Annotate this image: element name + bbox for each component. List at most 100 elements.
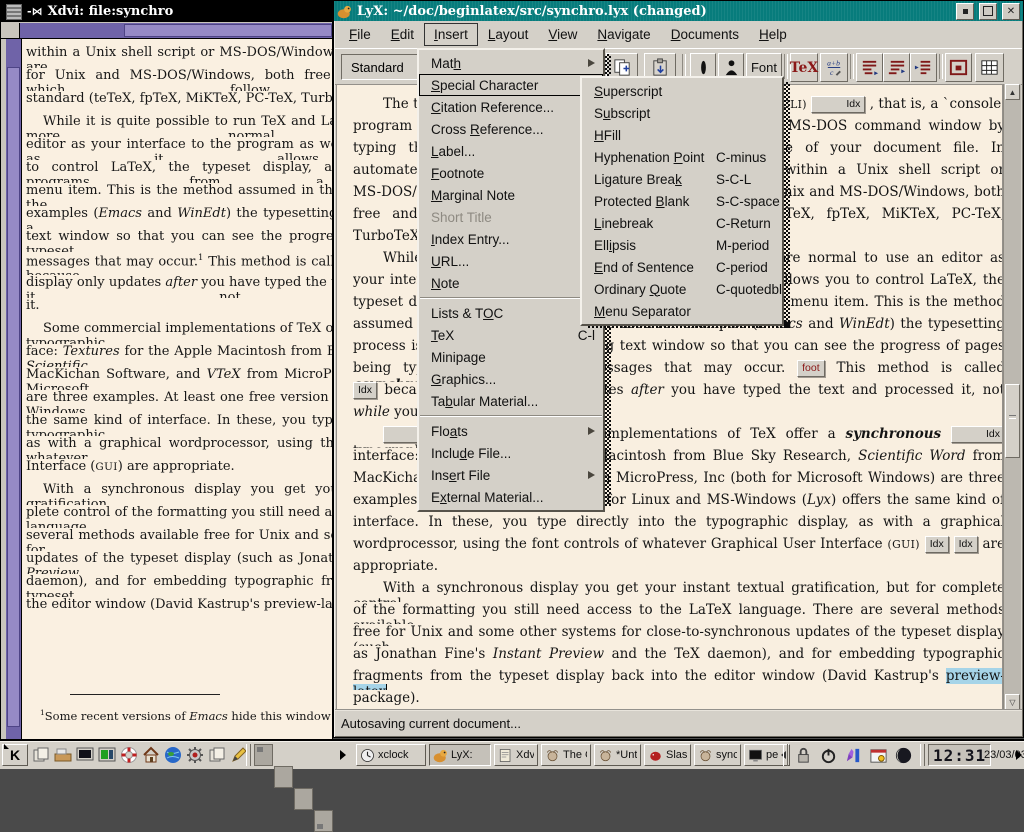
pager-desktop-4[interactable]: [314, 810, 333, 832]
system-guard-icon[interactable]: [96, 744, 118, 766]
window-list-icon[interactable]: [30, 744, 52, 766]
lock-screen-icon[interactable]: [792, 744, 814, 766]
menu-item-end-of-sentence[interactable]: End of SentenceC-period: [582, 256, 782, 278]
menu-item-linebreak[interactable]: LinebreakC-Return: [582, 212, 782, 234]
terminal-icon[interactable]: [74, 744, 96, 766]
taskbar-window-xclock[interactable]: xclock: [356, 744, 426, 766]
xdvi-titlebar[interactable]: -⋈ Xdvi: file:synchro: [1, 1, 332, 22]
pager-arrow-icon[interactable]: [340, 750, 346, 760]
xdvi-horizontal-scrollbar[interactable]: [1, 23, 332, 39]
menu-item-lists-toc[interactable]: Lists & TOC: [419, 302, 603, 324]
inset-idx[interactable]: Idx: [353, 382, 377, 399]
menubar-item-insert[interactable]: Insert: [424, 23, 478, 46]
tex-mode-button[interactable]: TeX: [790, 53, 818, 82]
taskbar-window-lyx[interactable]: LyX:: [429, 744, 491, 766]
menu-item-ellipsis[interactable]: EllipsisM-period: [582, 234, 782, 256]
text-line: free for Unix and some other systems for…: [353, 624, 1003, 646]
browser-icon[interactable]: [162, 744, 184, 766]
scroll-up-icon[interactable]: ▲: [1005, 84, 1020, 100]
menu-item-short-title[interactable]: Short Title: [419, 206, 603, 228]
lyx-vertical-scrollbar[interactable]: ▲ ▽: [1003, 84, 1021, 710]
text-line: Interface (GUI) are appropriate.: [26, 459, 332, 482]
close-button[interactable]: ✕: [1002, 3, 1020, 20]
menubar-item-edit[interactable]: Edit: [381, 23, 424, 46]
taskbar-window-slas[interactable]: Slas: [644, 744, 691, 766]
menu-item-minipage[interactable]: Minipage: [419, 346, 603, 368]
menu-item-tex[interactable]: TeXC-l: [419, 324, 603, 346]
menu-item-include-file[interactable]: Include File...: [419, 442, 603, 464]
inset-idx[interactable]: Idx: [811, 96, 865, 113]
menu-item-superscript[interactable]: Superscript: [582, 80, 782, 102]
lyx-scroll-thumb[interactable]: [1005, 384, 1020, 458]
menu-item-hyphenation-point[interactable]: Hyphenation PointC-minus: [582, 146, 782, 168]
pager-desktop-2[interactable]: [274, 766, 293, 788]
insert-margin-note-icon[interactable]: [883, 53, 910, 82]
menu-item-marginal-note[interactable]: Marginal Note: [419, 184, 603, 206]
menu-item-math[interactable]: Math: [419, 52, 603, 74]
inset-idx[interactable]: Idx: [925, 536, 949, 553]
moon-phase-icon[interactable]: [892, 744, 914, 766]
k-menu-button[interactable]: K: [2, 744, 28, 766]
menu-item-subscript[interactable]: Subscript: [582, 102, 782, 124]
menu-item-label[interactable]: Label...: [419, 140, 603, 162]
help-icon[interactable]: [118, 744, 140, 766]
home-icon[interactable]: [140, 744, 162, 766]
tray-handle[interactable]: [783, 744, 788, 766]
menu-item-special-character[interactable]: Special Character: [419, 74, 603, 96]
desktop-icon[interactable]: [52, 744, 74, 766]
menu-item-menu-separator[interactable]: Menu Separator: [582, 300, 782, 322]
menubar-item-view[interactable]: View: [538, 23, 587, 46]
lyx-titlebar[interactable]: LyX: ~/doc/beginlatex/src/synchro.lyx (c…: [334, 1, 1023, 21]
menu-item-citation-reference[interactable]: Citation Reference...: [419, 96, 603, 118]
submenu-arrow-icon: [588, 59, 595, 67]
text-line: While it is quite possible to run TeX an…: [26, 114, 332, 137]
xdvi-vertical-scrollbar[interactable]: [6, 39, 22, 739]
menu-item-external-material[interactable]: External Material...: [419, 486, 603, 508]
organizer-icon[interactable]: [867, 744, 889, 766]
change-depth-icon[interactable]: [910, 53, 937, 82]
digital-clock[interactable]: 12:31: [928, 744, 991, 766]
menu-item-ordinary-quote[interactable]: Ordinary QuoteC-quotedbl: [582, 278, 782, 300]
menu-item-protected-blank[interactable]: Protected BlankS-C-space: [582, 190, 782, 212]
menu-item-graphics[interactable]: Graphics...: [419, 368, 603, 390]
xdvi-vscroll-thumb[interactable]: [7, 67, 20, 727]
menu-item-floats[interactable]: Floats: [419, 420, 603, 442]
math-mode-icon[interactable]: a+bc: [820, 53, 848, 82]
taskbar-window-sync[interactable]: sync: [694, 744, 741, 766]
menu-item-footnote[interactable]: Footnote: [419, 162, 603, 184]
menu-item-cross-reference[interactable]: Cross Reference...: [419, 118, 603, 140]
menubar-item-documents[interactable]: Documents: [661, 23, 749, 46]
menubar-item-layout[interactable]: Layout: [478, 23, 539, 46]
menu-item-ligature-break[interactable]: Ligature BreakS-C-L: [582, 168, 782, 190]
insert-table-icon[interactable]: [975, 53, 1004, 82]
insert-figure-icon[interactable]: [945, 53, 972, 82]
menu-item-tabular-material[interactable]: Tabular Material...: [419, 390, 603, 412]
klipper-icon[interactable]: [842, 744, 864, 766]
pager-desktop-1[interactable]: [254, 744, 273, 766]
xdvi-hscroll-thumb[interactable]: [124, 24, 332, 37]
power-icon[interactable]: [817, 744, 839, 766]
menubar-item-help[interactable]: Help: [749, 23, 797, 46]
panel-end-arrow-icon[interactable]: [1016, 750, 1022, 760]
menu-item-index-entry[interactable]: Index Entry...: [419, 228, 603, 250]
panel-handle[interactable]: [246, 744, 251, 766]
inset-idx[interactable]: Idx: [954, 536, 978, 553]
windows-icon[interactable]: [206, 744, 228, 766]
menu-item-url[interactable]: URL...: [419, 250, 603, 272]
inset-idx[interactable]: Idx: [951, 426, 1003, 443]
menubar-item-navigate[interactable]: Navigate: [587, 23, 660, 46]
taskbar-window-unti[interactable]: *Unti: [594, 744, 641, 766]
scroll-down-icon[interactable]: ▽: [1005, 694, 1020, 710]
insert-footnote-icon[interactable]: [856, 53, 883, 82]
iconify-button[interactable]: [956, 3, 974, 20]
menu-item-note[interactable]: Note: [419, 272, 603, 294]
maximize-button[interactable]: [979, 3, 997, 20]
taskbar-window-xdvi[interactable]: Xdvi: [494, 744, 538, 766]
menu-item-hfill[interactable]: HFill: [582, 124, 782, 146]
settings-icon[interactable]: [184, 744, 206, 766]
menu-item-insert-file[interactable]: Insert File: [419, 464, 603, 486]
menubar-item-file[interactable]: File: [339, 23, 381, 46]
inset-foot[interactable]: foot: [797, 360, 825, 377]
pager-desktop-3[interactable]: [294, 788, 313, 810]
taskbar-window-the-g[interactable]: The G: [541, 744, 591, 766]
